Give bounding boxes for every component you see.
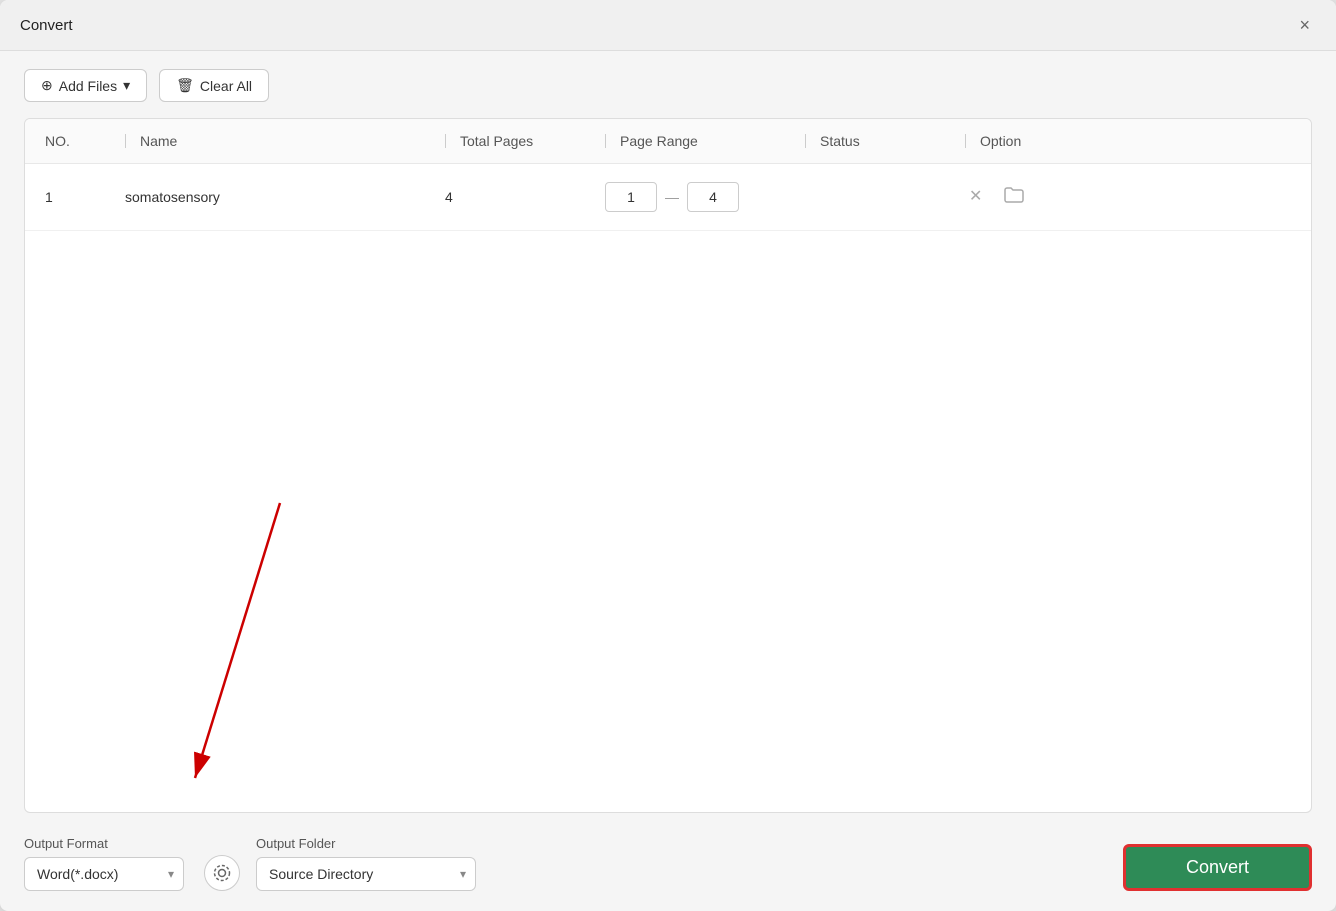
output-format-select[interactable]: Word(*.docx) Excel(*.xlsx) PowerPoint(*.… <box>24 857 184 891</box>
col-total-pages: Total Pages <box>445 133 605 149</box>
remove-file-button[interactable]: ✕ <box>965 185 986 209</box>
page-range-end-input[interactable] <box>687 182 739 212</box>
row-name: somatosensory <box>125 189 445 205</box>
col-name: Name <box>125 133 445 149</box>
dropdown-arrow-icon: ▾ <box>123 77 130 94</box>
col-no: NO. <box>45 133 125 149</box>
separator <box>965 134 966 148</box>
page-range-start-input[interactable] <box>605 182 657 212</box>
title-bar: Convert × <box>0 0 1336 51</box>
close-button[interactable]: × <box>1293 14 1316 36</box>
output-format-select-wrapper: Word(*.docx) Excel(*.xlsx) PowerPoint(*.… <box>24 857 184 891</box>
col-page-range: Page Range <box>605 133 805 149</box>
convert-window: Convert × ⊕ Add Files ▾ 🗑 Clear All NO. … <box>0 0 1336 911</box>
row-no: 1 <box>45 189 125 205</box>
table-header: NO. Name Total Pages Page Range Status O… <box>25 119 1311 164</box>
separator <box>605 134 606 148</box>
open-folder-button[interactable] <box>1000 182 1028 212</box>
clear-all-button[interactable]: 🗑 Clear All <box>159 69 269 102</box>
separator <box>805 134 806 148</box>
output-folder-select-wrapper: Source Directory Custom Directory ▾ <box>256 857 476 891</box>
row-option: ✕ <box>965 182 1291 212</box>
output-format-group: Output Format Word(*.docx) Excel(*.xlsx)… <box>24 836 184 891</box>
clear-all-label: Clear All <box>200 78 252 94</box>
table-body: 1 somatosensory 4 — ✕ <box>25 164 1311 812</box>
table-row: 1 somatosensory 4 — ✕ <box>25 164 1311 231</box>
page-range-dash: — <box>665 189 679 205</box>
output-folder-group: Output Folder Source Directory Custom Di… <box>256 836 476 891</box>
row-page-range: — <box>605 182 805 212</box>
settings-button[interactable] <box>204 855 240 891</box>
bottom-bar: Output Format Word(*.docx) Excel(*.xlsx)… <box>0 813 1336 911</box>
output-format-label: Output Format <box>24 836 184 851</box>
toolbar: ⊕ Add Files ▾ 🗑 Clear All <box>0 51 1336 118</box>
col-option: Option <box>965 133 1291 149</box>
separator <box>125 134 126 148</box>
add-files-label: Add Files <box>59 78 117 94</box>
trash-icon: 🗑 <box>176 77 194 94</box>
convert-button[interactable]: Convert <box>1123 844 1312 891</box>
col-status: Status <box>805 133 965 149</box>
window-title: Convert <box>20 17 73 34</box>
row-total-pages: 4 <box>445 189 605 205</box>
plus-icon: ⊕ <box>41 77 53 94</box>
file-table: NO. Name Total Pages Page Range Status O… <box>24 118 1312 813</box>
output-folder-select[interactable]: Source Directory Custom Directory <box>256 857 476 891</box>
add-files-button[interactable]: ⊕ Add Files ▾ <box>24 69 147 102</box>
output-folder-label: Output Folder <box>256 836 476 851</box>
separator <box>445 134 446 148</box>
